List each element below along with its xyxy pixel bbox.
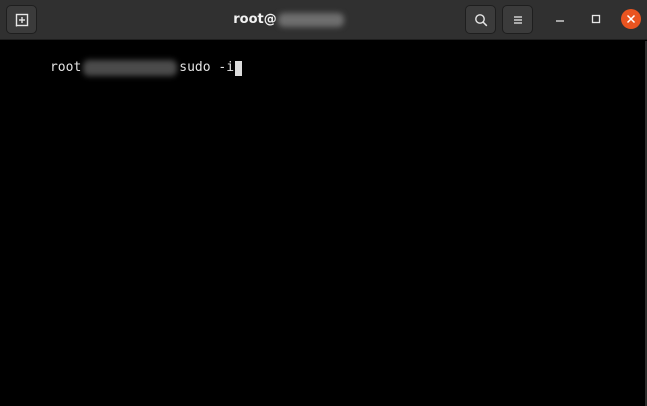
window-title-text: root@ — [233, 12, 277, 27]
prompt-user: root — [49, 60, 82, 75]
typed-command: sudo -i — [179, 60, 235, 75]
search-button[interactable] — [465, 5, 496, 34]
minimize-button[interactable] — [550, 9, 570, 29]
titlebar[interactable]: root@ — [0, 0, 647, 40]
prompt-hostname-redacted — [83, 60, 178, 76]
close-button[interactable] — [621, 9, 641, 29]
command-line: root sudo -i — [3, 44, 243, 76]
new-tab-button[interactable] — [6, 5, 37, 34]
terminal-window: root@ root sudo -i — [0, 0, 647, 406]
maximize-button[interactable] — [586, 9, 606, 29]
terminal-cursor — [235, 61, 243, 76]
hamburger-menu-button[interactable] — [502, 5, 533, 34]
terminal-area[interactable]: root sudo -i — [0, 41, 647, 406]
window-title-hostname-redacted — [277, 12, 344, 27]
